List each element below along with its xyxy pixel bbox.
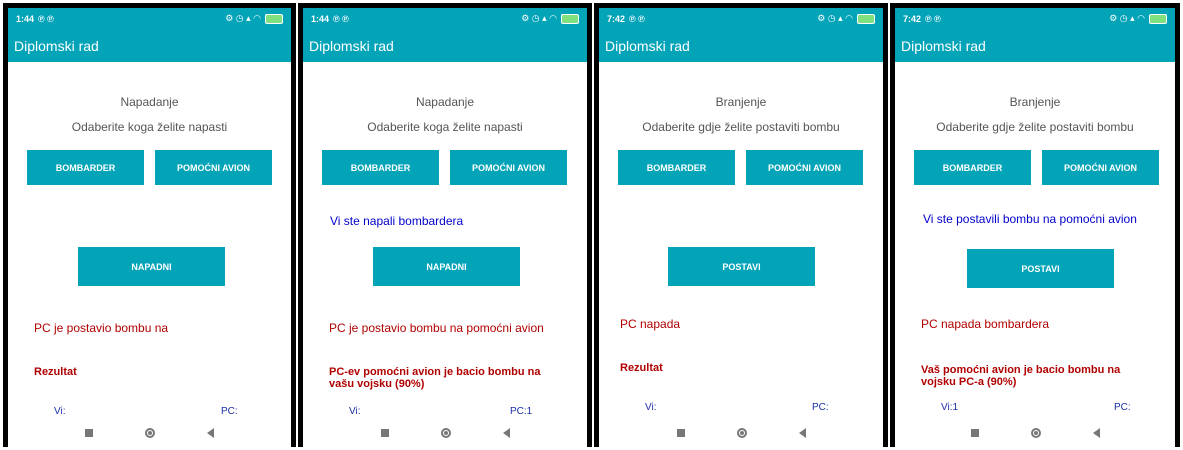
back-icon[interactable]: [798, 428, 806, 438]
battery-icon: [1149, 13, 1167, 24]
phone-screen-4: 7:42 ℗ ℗ ⚙ ◷ ▴ ◠ Diplomski rad Branjenje …: [890, 3, 1180, 447]
app-bar-title: Diplomski rad: [895, 29, 1175, 62]
navigation-bar: [895, 419, 1175, 447]
navigation-bar: [303, 419, 587, 447]
signal-icon: ⚙ ◷ ▴ ◠: [521, 13, 557, 23]
bombarder-button[interactable]: BOMBARDER: [27, 150, 144, 185]
result-text: Rezultat: [620, 362, 663, 374]
notification-icon: ℗ ℗: [333, 13, 349, 24]
notification-icon: ℗ ℗: [38, 13, 54, 24]
status-bar: 7:42 ℗ ℗ ⚙ ◷ ▴ ◠: [895, 8, 1175, 29]
pomocni-avion-button[interactable]: POMOĆNI AVION: [746, 150, 863, 185]
mode-instruction: Odaberite koga želite napasti: [71, 120, 228, 134]
score-pc: PC:: [221, 406, 238, 417]
back-icon[interactable]: [1092, 428, 1100, 438]
pc-message: PC je postavio bombu na pomoćni avion: [329, 321, 544, 335]
home-icon[interactable]: [145, 428, 155, 438]
status-bar: 1:44 ℗ ℗ ⚙ ◷ ▴ ◠: [303, 8, 587, 29]
pc-message: PC napada: [620, 317, 681, 331]
content: Branjenje Odaberite gdje želite postavit…: [599, 62, 883, 419]
home-icon[interactable]: [1030, 428, 1041, 438]
bombarder-button[interactable]: BOMBARDER: [914, 150, 1031, 185]
home-icon[interactable]: [736, 428, 747, 438]
signal-icon: ⚙ ◷ ▴ ◠: [817, 13, 853, 23]
pc-message: PC je postavio bombu na: [34, 321, 169, 335]
content: Branjenje Odaberite gdje želite postavit…: [895, 62, 1175, 419]
bombarder-button[interactable]: BOMBARDER: [322, 150, 439, 185]
result-text: Vaš pomoćni avion je bacio bombu na vojs…: [921, 364, 1121, 388]
napadni-button[interactable]: NAPADNI: [78, 247, 225, 286]
score-pc: PC:1: [510, 406, 533, 417]
clock: 1:44: [16, 13, 35, 24]
score-you: Vi:: [349, 406, 361, 417]
postavi-button[interactable]: POSTAVI: [967, 249, 1114, 288]
back-icon[interactable]: [502, 428, 510, 438]
back-icon[interactable]: [207, 428, 214, 438]
postavi-button[interactable]: POSTAVI: [668, 247, 815, 286]
napadni-button[interactable]: NAPADNI: [373, 247, 520, 286]
mode-instruction: Odaberite koga želite napasti: [367, 120, 523, 134]
pomocni-avion-button[interactable]: POMOĆNI AVION: [1042, 150, 1159, 185]
navigation-bar: [8, 419, 291, 447]
pomocni-avion-button[interactable]: POMOĆNI AVION: [450, 150, 567, 185]
selection-text: Vi ste napali bombardera: [330, 214, 464, 228]
mode-instruction: Odaberite gdje želite postaviti bombu: [642, 120, 840, 134]
clock: 1:44: [311, 13, 330, 24]
notification-icon: ℗ ℗: [629, 13, 645, 24]
home-icon[interactable]: [440, 428, 451, 438]
mode-heading: Branjenje: [715, 95, 767, 109]
app-bar-title: Diplomski rad: [8, 29, 291, 62]
app-bar-title: Diplomski rad: [599, 29, 883, 62]
pc-message: PC napada bombardera: [921, 317, 1050, 331]
status-bar: 7:42 ℗ ℗ ⚙ ◷ ▴ ◠: [599, 8, 883, 29]
battery-icon: [857, 13, 875, 24]
notification-icon: ℗ ℗: [925, 13, 941, 24]
screen: 7:42 ℗ ℗ ⚙ ◷ ▴ ◠ Diplomski rad Branjenje …: [599, 8, 883, 447]
score-pc: PC:: [1114, 402, 1131, 413]
result-text: PC-ev pomoćni avion je bacio bombu na va…: [329, 366, 541, 390]
battery-icon: [561, 13, 579, 24]
score-you: Vi:: [645, 402, 657, 413]
screen: 1:44 ℗ ℗ ⚙ ◷ ▴ ◠ Diplomski rad Napadanje …: [303, 8, 587, 447]
navigation-bar: [599, 419, 883, 447]
mode-heading: Napadanje: [120, 95, 179, 109]
clock: 7:42: [607, 13, 626, 24]
app-bar-title: Diplomski rad: [303, 29, 587, 62]
recents-icon[interactable]: [380, 429, 389, 437]
score-you: Vi:: [54, 406, 66, 417]
result-text: Rezultat: [34, 366, 77, 378]
content: Napadanje Odaberite koga želite napasti …: [303, 62, 587, 419]
recents-icon[interactable]: [676, 429, 685, 437]
selection-text: Vi ste postavili bombu na pomoćni avion: [923, 212, 1137, 226]
status-bar: 1:44 ℗ ℗ ⚙ ◷ ▴ ◠: [8, 8, 291, 29]
phone-screen-3: 7:42 ℗ ℗ ⚙ ◷ ▴ ◠ Diplomski rad Branjenje …: [594, 3, 888, 447]
recents-icon[interactable]: [85, 429, 93, 437]
phone-screen-2: 1:44 ℗ ℗ ⚙ ◷ ▴ ◠ Diplomski rad Napadanje …: [298, 3, 592, 447]
battery-icon: [265, 13, 283, 24]
clock: 7:42: [903, 13, 922, 24]
mode-heading: Napadanje: [415, 95, 475, 109]
signal-icon: ⚙ ◷ ▴ ◠: [1109, 13, 1145, 23]
signal-icon: ⚙ ◷ ▴ ◠: [225, 13, 261, 23]
recents-icon[interactable]: [970, 429, 979, 437]
screen: 1:44 ℗ ℗ ⚙ ◷ ▴ ◠ Diplomski rad Napadanje …: [8, 8, 291, 447]
content: Napadanje Odaberite koga želite napasti …: [8, 62, 291, 419]
screen: 7:42 ℗ ℗ ⚙ ◷ ▴ ◠ Diplomski rad Branjenje …: [895, 8, 1175, 447]
score-you: Vi:1: [941, 402, 959, 413]
bombarder-button[interactable]: BOMBARDER: [618, 150, 735, 185]
score-pc: PC:: [812, 402, 829, 413]
pomocni-avion-button[interactable]: POMOĆNI AVION: [155, 150, 272, 185]
mode-instruction: Odaberite gdje želite postaviti bombu: [936, 120, 1134, 134]
phone-screen-1: 1:44 ℗ ℗ ⚙ ◷ ▴ ◠ Diplomski rad Napadanje …: [3, 3, 296, 447]
mode-heading: Branjenje: [1009, 95, 1061, 109]
